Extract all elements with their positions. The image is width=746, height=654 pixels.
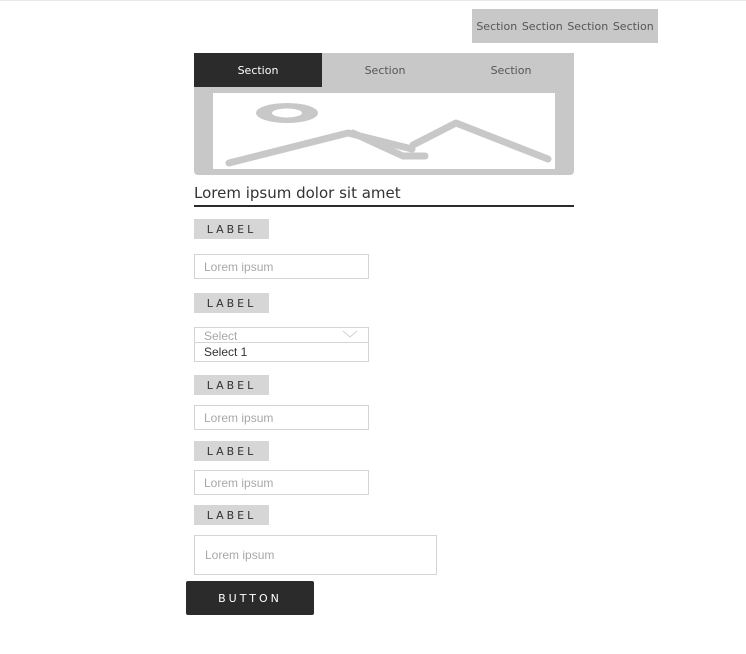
tab-1[interactable]: Section	[194, 53, 322, 87]
textarea-input[interactable]	[194, 535, 437, 575]
field-label-3: LABEL	[194, 375, 269, 395]
page-heading: Lorem ipsum dolor sit amet	[194, 182, 574, 207]
top-navigation: Section Section Section Section	[472, 9, 658, 43]
top-divider	[0, 0, 746, 1]
top-nav-item-3[interactable]: Section	[567, 20, 608, 33]
tab-3[interactable]: Section	[448, 53, 574, 87]
top-nav-item-2[interactable]: Section	[522, 20, 563, 33]
field-label-5: LABEL	[194, 505, 269, 525]
text-input-4[interactable]	[194, 470, 369, 495]
chevron-down-icon	[342, 330, 358, 338]
tab-2[interactable]: Section	[322, 53, 448, 87]
submit-button[interactable]: BUTTON	[186, 581, 314, 615]
tab-bar: Section Section Section	[194, 53, 574, 87]
image-placeholder	[194, 87, 574, 175]
field-label-4: LABEL	[194, 441, 269, 461]
text-input-3[interactable]	[194, 405, 369, 430]
text-input-1[interactable]	[194, 254, 369, 279]
select-dropdown[interactable]: Select Select 1	[194, 327, 369, 362]
select-placeholder: Select	[204, 329, 238, 343]
field-label-2: LABEL	[194, 293, 269, 313]
top-nav-item-4[interactable]: Section	[613, 20, 654, 33]
top-nav-item-1[interactable]: Section	[476, 20, 517, 33]
select-option[interactable]: Select 1	[195, 342, 368, 362]
image-placeholder-icon	[213, 93, 555, 169]
field-label-1: LABEL	[194, 219, 269, 239]
